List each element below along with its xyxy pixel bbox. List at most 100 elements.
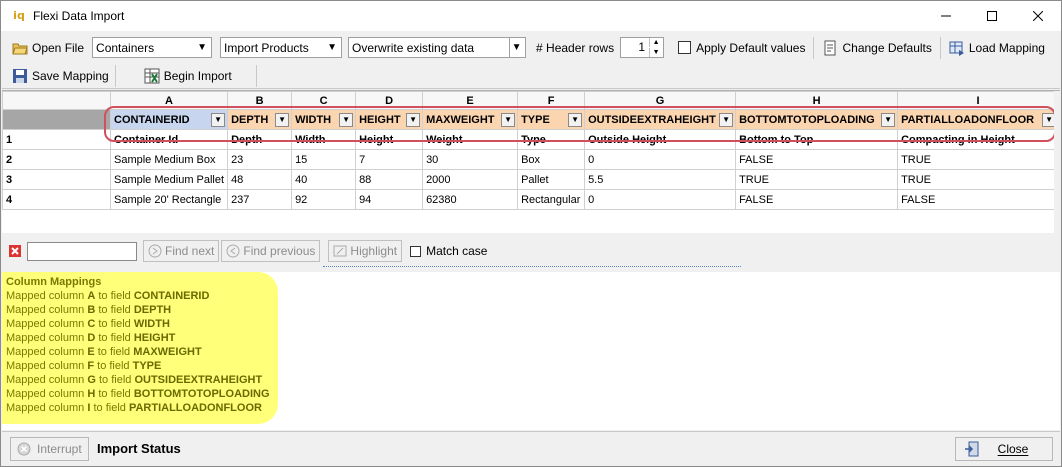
interrupt-button[interactable]: Interrupt	[10, 437, 89, 461]
column-header[interactable]: E	[422, 91, 519, 110]
mapping-select-b[interactable]: DEPTH ▼	[227, 109, 293, 130]
import-mode-select[interactable]: Overwrite existing data ▼	[348, 37, 527, 58]
mapping-select-a[interactable]: CONTAINERID ▼	[109, 109, 229, 130]
chevron-down-icon[interactable]: ▼	[406, 113, 421, 127]
column-header[interactable]: G	[584, 91, 737, 110]
header-rows-stepper[interactable]: 1 ▲ ▼	[620, 37, 665, 58]
table-cell[interactable]: Container Id	[109, 129, 229, 150]
spin-up-icon[interactable]: ▲	[649, 38, 662, 47]
table-cell[interactable]: 2000	[422, 169, 519, 190]
table-cell[interactable]: 237	[227, 189, 293, 210]
table-cell[interactable]: Depth	[227, 129, 293, 150]
column-header[interactable]: F	[517, 91, 586, 110]
highlight-button[interactable]: Highlight	[328, 240, 403, 262]
table-cell[interactable]: 30	[422, 149, 519, 170]
table-cell[interactable]: 92	[291, 189, 357, 210]
close-window-button[interactable]	[1015, 1, 1061, 31]
column-header[interactable]: H	[735, 91, 899, 110]
highlight-icon	[333, 245, 347, 257]
table-cell[interactable]: 15	[291, 149, 357, 170]
chevron-down-icon[interactable]: ▼	[275, 113, 290, 127]
mapping-select-e[interactable]: MAXWEIGHT ▼	[422, 109, 519, 130]
chevron-down-icon[interactable]: ▼	[719, 113, 734, 127]
load-mapping-button[interactable]: Load Mapping	[945, 36, 1049, 60]
table-cell[interactable]: Type	[517, 129, 586, 150]
table-cell[interactable]: FALSE	[735, 149, 899, 170]
apply-defaults-checkbox[interactable]: Apply Default values	[678, 41, 805, 55]
table-cell[interactable]: 94	[355, 189, 424, 210]
table-cell[interactable]: 7	[355, 149, 424, 170]
begin-import-button[interactable]: Begin Import	[140, 64, 236, 88]
table-cell[interactable]: Box	[517, 149, 586, 170]
source-table-select[interactable]: Containers ▼	[92, 37, 213, 58]
column-header[interactable]: C	[291, 91, 357, 110]
match-case-checkbox[interactable]: Match case	[410, 244, 487, 258]
save-mapping-button[interactable]: Save Mapping	[8, 64, 113, 88]
close-find-icon[interactable]	[9, 245, 21, 257]
row-number[interactable]: 2	[2, 149, 111, 170]
find-next-button[interactable]: Find next	[143, 240, 220, 262]
chevron-down-icon[interactable]: ▼	[211, 113, 226, 127]
table-cell[interactable]: FALSE	[735, 189, 899, 210]
table-cell[interactable]: Bottom to Top	[735, 129, 899, 150]
mapping-select-c[interactable]: WIDTH ▼	[291, 109, 357, 130]
open-file-button[interactable]: Open File	[8, 36, 88, 60]
mapping-select-d[interactable]: HEIGHT ▼	[355, 109, 424, 130]
maximize-button[interactable]	[969, 1, 1015, 31]
data-grid[interactable]: A B C D E F G H I CONTAINERID ▼ DEPTH ▼ WI…	[2, 90, 1060, 234]
find-input[interactable]	[27, 241, 137, 261]
find-next-label: Find next	[165, 244, 215, 258]
table-cell[interactable]: 88	[355, 169, 424, 190]
table-cell[interactable]: 62380	[422, 189, 519, 210]
table-cell[interactable]: Sample Medium Pallet	[109, 169, 229, 190]
table-cell[interactable]: 0	[584, 149, 737, 170]
table-cell[interactable]: Compacting in Height	[897, 129, 1060, 150]
table-cell[interactable]: Outside Height	[584, 129, 737, 150]
mapping-select-h[interactable]: BOTTOMTOTOPLOADING ▼	[735, 109, 899, 130]
table-cell[interactable]: 40	[291, 169, 357, 190]
row-number[interactable]: 4	[2, 189, 111, 210]
corner-cell[interactable]	[2, 91, 111, 110]
table-cell[interactable]: Sample 20' Rectangle	[109, 189, 229, 210]
column-header[interactable]: I	[897, 91, 1060, 110]
table-cell[interactable]: Height	[355, 129, 424, 150]
table-cell[interactable]: TRUE	[897, 149, 1060, 170]
table-cell[interactable]: 48	[227, 169, 293, 190]
mapping-column: C	[87, 318, 96, 330]
row-number[interactable]: 3	[2, 169, 111, 190]
toolbar-separator	[939, 36, 941, 59]
row-number[interactable]: 1	[2, 129, 111, 150]
chevron-down-icon[interactable]: ▼	[501, 113, 516, 127]
table-cell[interactable]: Sample Medium Box	[109, 149, 229, 170]
import-type-select[interactable]: Import Products ▼	[220, 37, 343, 58]
mapping-middle: to field	[97, 360, 130, 372]
chevron-down-icon[interactable]: ▼	[339, 113, 354, 127]
column-header[interactable]: B	[227, 91, 293, 110]
mapping-middle: to field	[98, 290, 131, 302]
spin-down-icon[interactable]: ▼	[649, 48, 662, 57]
table-cell[interactable]: Pallet	[517, 169, 586, 190]
find-previous-button[interactable]: Find previous	[221, 240, 321, 262]
table-cell[interactable]: Rectangular	[517, 189, 586, 210]
change-defaults-label: Change Defaults	[842, 40, 932, 55]
mapping-select-g[interactable]: OUTSIDEEXTRAHEIGHT ▼	[584, 109, 737, 130]
mapping-middle: to field	[98, 374, 132, 386]
mapping-column: A	[87, 290, 96, 302]
column-header[interactable]: D	[355, 91, 424, 110]
minimize-button[interactable]	[923, 1, 969, 31]
table-cell[interactable]: 5.5	[584, 169, 737, 190]
chevron-down-icon[interactable]: ▼	[568, 113, 583, 127]
table-cell[interactable]: Weight	[422, 129, 519, 150]
table-cell[interactable]: TRUE	[735, 169, 899, 190]
table-cell[interactable]: 0	[584, 189, 737, 210]
column-header[interactable]: A	[109, 91, 229, 110]
mapping-select-i[interactable]: PARTIALLOADONFLOOR ▼	[897, 109, 1060, 130]
chevron-down-icon[interactable]: ▼	[881, 113, 896, 127]
table-cell[interactable]: Width	[291, 129, 357, 150]
table-cell[interactable]: TRUE	[897, 169, 1060, 190]
mapping-select-f[interactable]: TYPE ▼	[517, 109, 586, 130]
table-cell[interactable]: 23	[227, 149, 293, 170]
close-button[interactable]: Close	[955, 437, 1053, 461]
table-cell[interactable]: FALSE	[897, 189, 1060, 210]
change-defaults-button[interactable]: Change Defaults	[818, 36, 935, 60]
